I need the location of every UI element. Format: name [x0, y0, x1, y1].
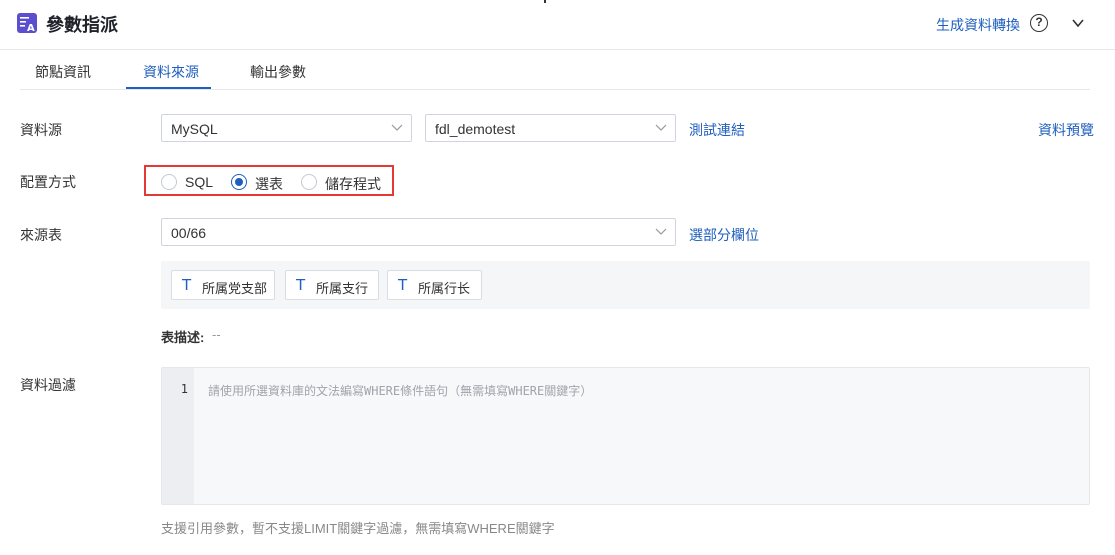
field-chip[interactable]: T 所属支行: [285, 270, 379, 300]
data-preview-link[interactable]: 資料預覽: [1038, 120, 1094, 140]
editor-placeholder: 請使用所選資料庫的文法編寫WHERE條件語句（無需填寫WHERE關鍵字）: [208, 384, 593, 398]
tab-bar: 節點資訊 資料來源 輸出參數: [20, 50, 1090, 90]
table-description-label: 表描述:: [161, 330, 205, 345]
source-table-value: 00/66: [171, 225, 207, 241]
svg-text:A: A: [27, 23, 35, 33]
config-mode-label: 配置方式: [20, 174, 76, 190]
line-number: 1: [180, 382, 188, 396]
config-mode-highlight: SQL 選表 儲存程式: [144, 165, 394, 196]
tab-data-source[interactable]: 資料來源: [143, 62, 199, 82]
source-table-label: 來源表: [20, 227, 62, 243]
filter-hint-text: 支援引用參數，暫不支援LIMIT關鍵字過濾，無需填寫WHERE關鍵字: [161, 521, 555, 536]
active-tab-indicator: [126, 87, 211, 89]
field-chip-label: 所属支行: [316, 281, 369, 296]
field-chip[interactable]: T 所属党支部: [171, 270, 275, 300]
top-edge-mark: [544, 0, 546, 3]
connection-select[interactable]: fdl_demotest: [425, 114, 676, 142]
field-chip[interactable]: T 所属行长: [387, 270, 482, 300]
table-description-value: --: [212, 327, 221, 342]
help-icon[interactable]: ?: [1030, 14, 1048, 32]
radio-circle: [231, 174, 247, 190]
filter-code-editor[interactable]: 1 請使用所選資料庫的文法編寫WHERE條件語句（無需填寫WHERE關鍵字）: [161, 367, 1090, 505]
field-chip-label: 所属行长: [418, 281, 471, 296]
radio-circle: [301, 174, 317, 190]
text-field-icon: T: [182, 276, 192, 294]
source-table-select[interactable]: 00/66: [161, 218, 676, 246]
parameter-assign-icon: A: [17, 13, 37, 33]
selected-fields-area: T 所属党支部 T 所属支行 T 所属行长: [161, 261, 1090, 309]
text-field-icon: T: [296, 276, 306, 294]
radio-circle: [161, 174, 177, 190]
db-type-value: MySQL: [171, 121, 218, 137]
editor-gutter: 1: [162, 368, 194, 504]
datasource-label: 資料源: [20, 122, 62, 138]
radio-sql-label: SQL: [185, 174, 214, 190]
select-fields-link[interactable]: 選部分欄位: [689, 225, 759, 245]
chevron-down-icon[interactable]: [1071, 16, 1085, 30]
tab-node-info[interactable]: 節點資訊: [35, 62, 91, 82]
connection-value: fdl_demotest: [435, 121, 516, 137]
field-chip-label: 所属党支部: [202, 281, 268, 296]
header-bar: A 參數指派 生成資料轉換 ?: [0, 0, 1115, 50]
page-title: 參數指派: [46, 15, 118, 35]
text-field-icon: T: [398, 276, 408, 294]
data-filter-label: 資料過濾: [20, 377, 76, 393]
radio-select-table-label: 選表: [255, 176, 283, 192]
radio-stored-procedure-label: 儲存程式: [325, 176, 381, 192]
chevron-down-icon: [655, 124, 667, 131]
test-connection-link[interactable]: 測試連結: [689, 120, 745, 140]
generate-transform-link[interactable]: 生成資料轉換: [936, 15, 1020, 35]
chevron-down-icon: [391, 124, 403, 131]
chevron-down-icon: [655, 228, 667, 235]
tab-output-params[interactable]: 輸出參數: [250, 62, 306, 82]
db-type-select[interactable]: MySQL: [161, 114, 412, 142]
